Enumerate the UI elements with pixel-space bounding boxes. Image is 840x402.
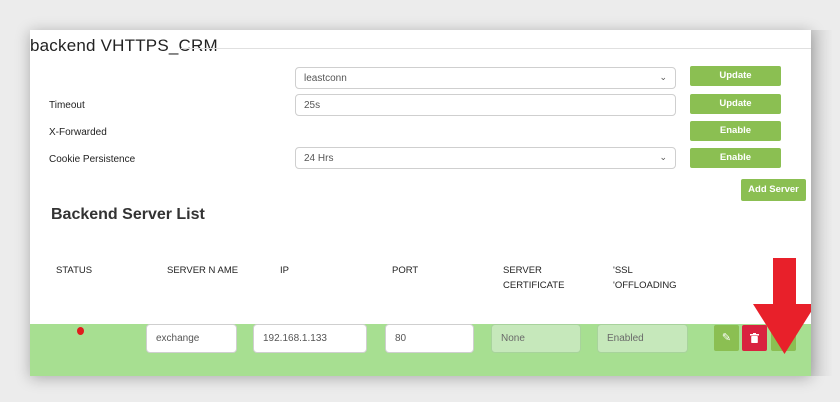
arrow-down-icon [753,258,811,354]
title-divider [181,48,811,49]
col-ssl-line1: 'SSL [613,265,633,276]
balance-select[interactable]: leastconn ⌄ [295,67,676,89]
ssl-offloading-field: Enabled [597,324,688,353]
enable-cookie-button[interactable]: Enable [690,148,781,168]
port-value: 80 [395,333,407,344]
update-balance-button[interactable]: Update [690,66,781,86]
balance-select-value: leastconn [304,73,347,84]
timeout-input[interactable]: 25s [295,94,676,116]
col-port: PORT [392,265,419,276]
add-server-button[interactable]: Add Server [741,179,806,201]
update-timeout-button[interactable]: Update [690,94,781,114]
edit-icon: ✎ [721,332,732,344]
cookie-persistence-select[interactable]: 24 Hrs ⌄ [295,147,676,169]
server-name-value: exchange [156,333,200,344]
ip-input[interactable]: 192.168.1.133 [253,324,367,353]
cookie-select-value: 24 Hrs [304,153,334,164]
col-ip: IP [280,265,289,276]
backend-panel: backend VHTTPS_CRM leastconn ⌄ Update Ti… [30,30,811,376]
edit-server-button[interactable]: ✎ [714,325,739,351]
port-input[interactable]: 80 [385,324,474,353]
enable-xforwarded-button[interactable]: Enable [690,121,781,141]
col-ssl-offloading: 'SSL 'OFFLOADING [613,263,677,293]
timeout-label: Timeout [49,100,85,111]
col-ssl-line2: 'OFFLOADING [613,280,677,291]
timeout-input-value: 25s [304,100,321,111]
server-certificate-field: None [491,324,581,353]
chevron-down-icon: ⌄ [659,152,667,162]
server-list-heading: Backend Server List [51,206,205,223]
col-status: STATUS [56,265,93,276]
certificate-value: None [501,333,525,344]
server-name-input[interactable]: exchange [146,324,237,353]
status-indicator [77,327,84,335]
page-title: backend VHTTPS_CRM [30,36,218,55]
ssl-value: Enabled [607,333,644,344]
col-cert-line1: SERVER [503,265,542,276]
cookie-persistence-label: Cookie Persistence [49,154,136,165]
ip-value: 192.168.1.133 [263,333,327,344]
col-server-certificate: SERVER CERTIFICATE [503,263,564,293]
chevron-down-icon: ⌄ [659,72,667,82]
panel-shadow [811,30,833,376]
col-cert-line2: CERTIFICATE [503,280,565,291]
col-server-name: SERVER N AME [167,265,239,276]
xforwarded-label: X-Forwarded [49,127,107,138]
